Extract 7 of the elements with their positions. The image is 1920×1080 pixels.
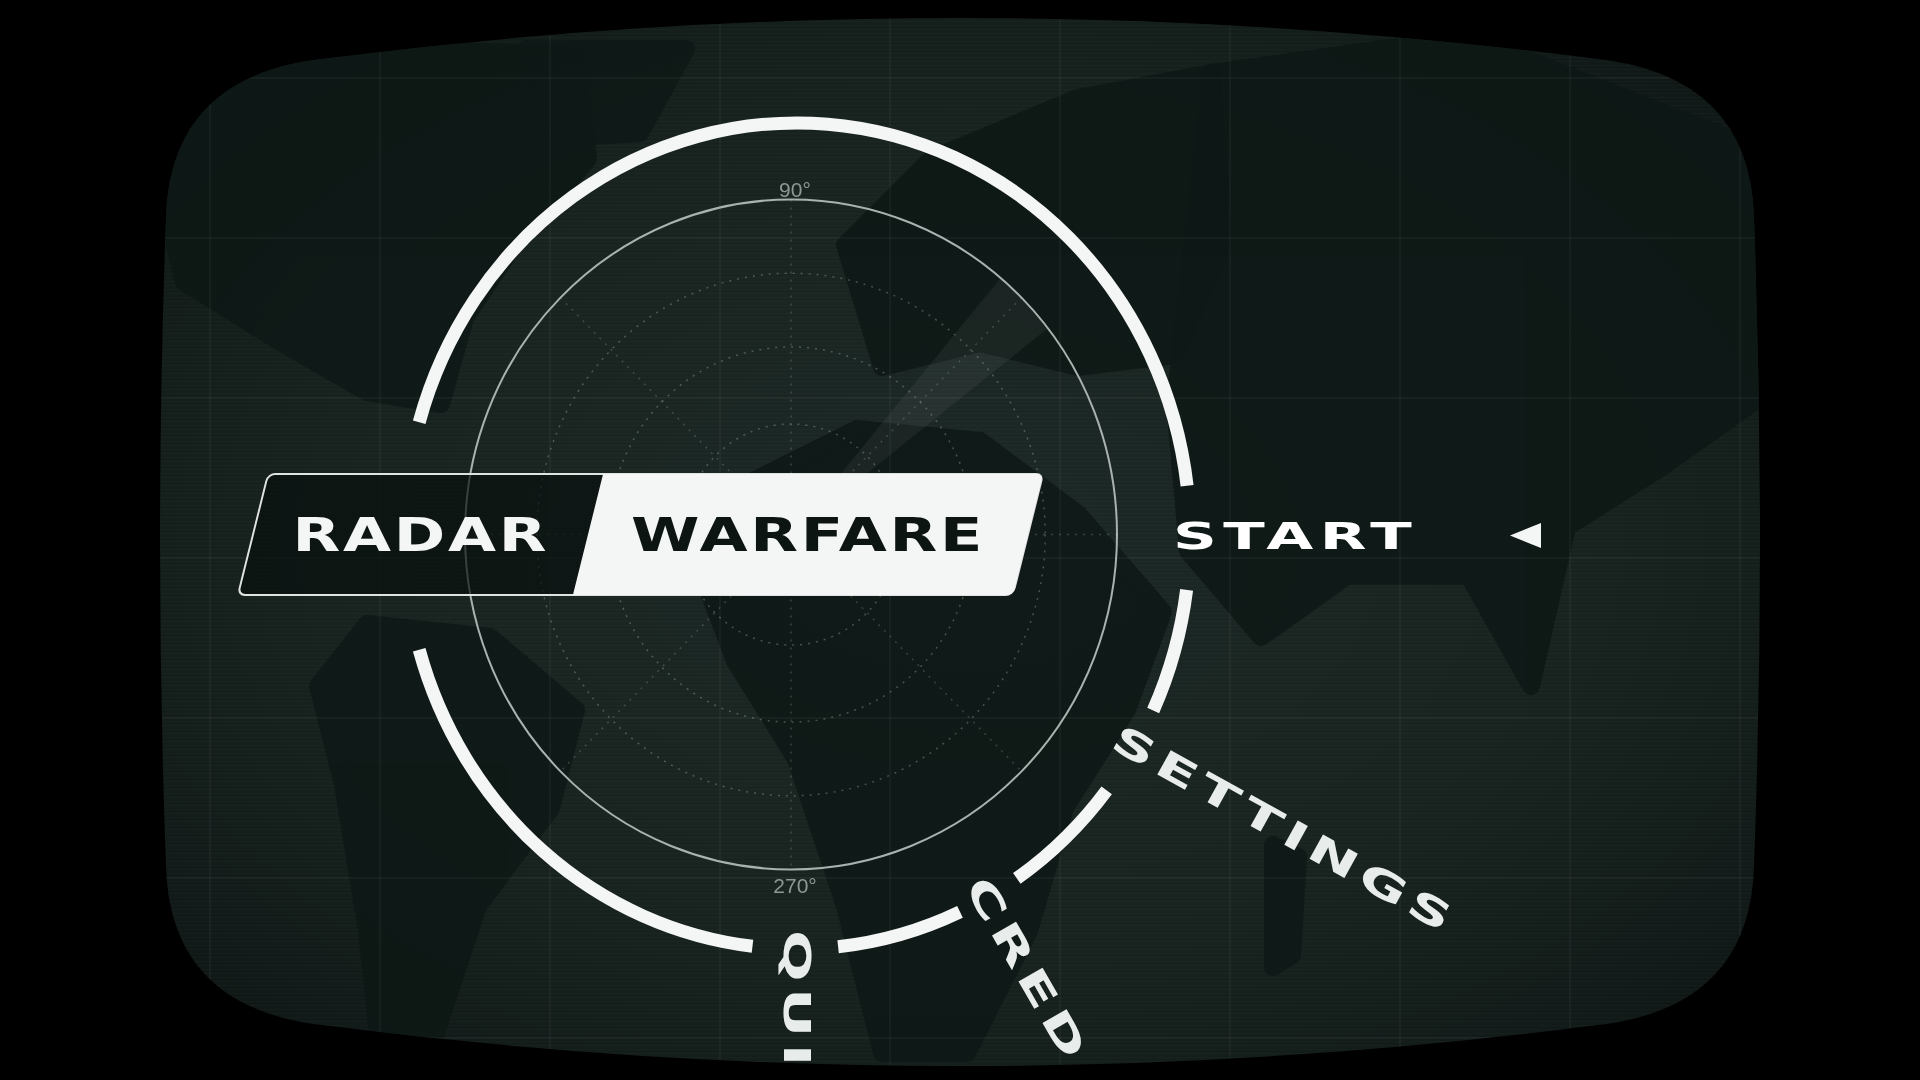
- pointer-triangle-icon: [1509, 523, 1541, 548]
- title-word: RADAR: [292, 511, 550, 558]
- scale-label: 90°: [779, 179, 811, 200]
- menu-item[interactable]: START: [1173, 516, 1419, 555]
- title-word: WARFARE: [631, 511, 986, 558]
- scale-label: 270°: [773, 875, 817, 896]
- menu-item[interactable]: QUI: [778, 930, 816, 1073]
